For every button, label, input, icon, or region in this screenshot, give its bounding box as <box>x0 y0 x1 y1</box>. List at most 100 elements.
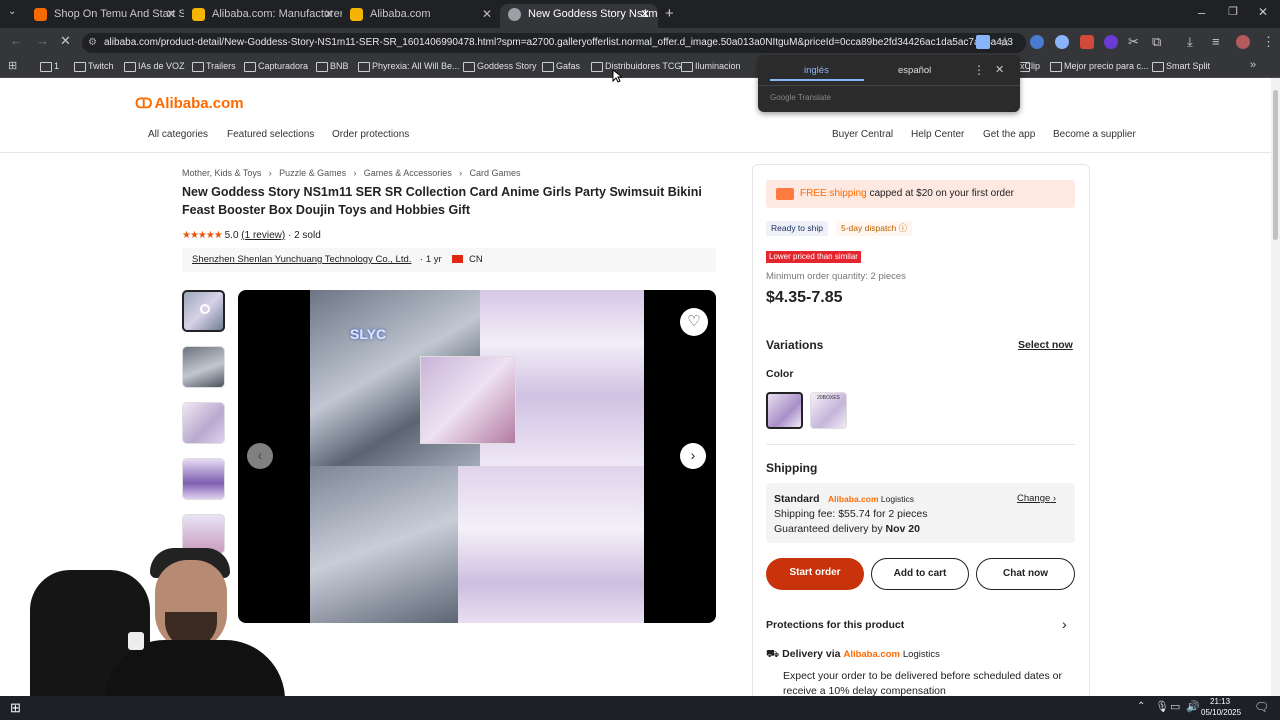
previous-image-icon[interactable]: ‹ <box>247 443 273 469</box>
tab-search-icon[interactable]: ⌄ <box>8 6 16 17</box>
extension-audio-icon[interactable] <box>1030 35 1044 49</box>
color-variant-2[interactable]: 20BOXES <box>810 392 847 429</box>
shipping-heading: Shipping <box>766 461 818 475</box>
thumbnail-2[interactable] <box>182 346 225 388</box>
bookmark-folder-distribuidores-tcg[interactable]: Distribuidores TCG <box>591 56 681 78</box>
profile-avatar[interactable] <box>1236 35 1250 49</box>
select-now-link[interactable]: Select now <box>1018 339 1073 351</box>
bookmark-phyrexia[interactable]: Phyrexia: All Will Be... <box>358 56 460 78</box>
product-title: New Goddess Story NS1m11 SER SR Collecti… <box>182 185 702 217</box>
supplier-name-link[interactable]: Shenzhen Shenlan Yunchuang Technology Co… <box>192 254 411 265</box>
protections-heading[interactable]: Protections for this product <box>766 619 904 631</box>
add-to-cart-button[interactable]: Add to cart <box>871 558 969 590</box>
nav-help-center[interactable]: Help Center <box>911 129 964 140</box>
bookmark-mejor-precio[interactable]: Mejor precio para c... <box>1050 56 1149 78</box>
nav-become-supplier[interactable]: Become a supplier <box>1053 129 1136 140</box>
bookmark-xclip[interactable]: xClip <box>1018 56 1040 78</box>
favorite-heart-icon[interactable]: ♡ <box>680 308 708 336</box>
thumbnail-4[interactable] <box>182 458 225 500</box>
nav-order-protections[interactable]: Order protections <box>332 129 409 140</box>
mouse-cursor-icon <box>612 69 622 83</box>
nav-buyer-central[interactable]: Buyer Central <box>832 129 893 140</box>
close-tab-icon[interactable]: ✕ <box>640 4 650 25</box>
bookmark-folder-gafas[interactable]: Gafas <box>542 56 580 78</box>
nav-all-categories[interactable]: All categories <box>148 129 208 140</box>
tab-temu[interactable]: Shop On Temu And Start Savi ✕ <box>26 4 184 28</box>
breadcrumb-item[interactable]: Puzzle & Games <box>279 168 346 178</box>
page-scrollbar[interactable] <box>1271 78 1280 696</box>
chat-now-button[interactable]: Chat now <box>976 558 1075 590</box>
chevron-right-icon[interactable]: › <box>1062 616 1067 632</box>
color-variant-1[interactable] <box>766 392 803 429</box>
bookmark-folder-ias-de-voz[interactable]: IAs de VOZ <box>124 56 185 78</box>
change-shipping-link[interactable]: Change › <box>1017 493 1056 504</box>
bookmark-folder-1[interactable]: 1 <box>40 56 59 78</box>
tab-alibaba[interactable]: Alibaba.com ✕ <box>342 4 500 28</box>
breadcrumb-item[interactable]: Card Games <box>470 168 521 178</box>
extension-red-icon[interactable] <box>1080 35 1094 49</box>
reading-list-icon[interactable]: ≡ <box>1212 34 1220 49</box>
bookmark-star-icon[interactable]: ☆ <box>999 34 1011 50</box>
headphones-icon <box>128 632 144 650</box>
download-icon[interactable]: ⤓ <box>1187 34 1193 50</box>
address-bar-input[interactable]: ⚙ alibaba.com/product-detail/New-Goddess… <box>82 33 1026 53</box>
bookmark-folder-iluminacion[interactable]: Iluminacion <box>681 56 741 78</box>
site-info-icon[interactable]: ⚙ <box>88 33 97 53</box>
shipping-option-card[interactable]: Standard Alibaba.com Logistics Change › … <box>766 483 1075 543</box>
close-tab-icon[interactable]: ✕ <box>166 4 176 25</box>
translate-page-icon[interactable] <box>976 35 990 49</box>
start-order-button[interactable]: Start order <box>766 558 864 590</box>
extension-tool-icon[interactable]: ✂ <box>1128 34 1139 50</box>
extension-blue-icon[interactable] <box>1055 35 1069 49</box>
stop-icon[interactable]: ✕ <box>60 33 71 49</box>
translate-provider: Google Translate <box>770 93 831 102</box>
info-icon[interactable]: ⓘ <box>899 223 908 233</box>
microphone-icon[interactable]: 🎙 <box>1155 700 1169 713</box>
tab-alibaba-manufacturers[interactable]: Alibaba.com: Manufacturers, S ✕ <box>184 4 342 28</box>
bookmark-folder-twitch[interactable]: Twitch <box>74 56 114 78</box>
new-tab-icon[interactable]: + <box>665 5 674 22</box>
extensions-puzzle-icon[interactable]: ⧉ <box>1152 34 1161 50</box>
breadcrumb-item[interactable]: Games & Accessories <box>364 168 452 178</box>
translate-target-language[interactable]: español <box>898 65 931 76</box>
minimize-icon[interactable]: – <box>1198 5 1205 20</box>
close-tab-icon[interactable]: ✕ <box>324 4 334 25</box>
thumbnail-1[interactable] <box>182 290 225 332</box>
next-image-icon[interactable]: › <box>680 443 706 469</box>
notifications-icon[interactable]: 🗨 <box>1254 700 1269 714</box>
restore-icon[interactable]: ❐ <box>1228 5 1238 18</box>
nav-get-the-app[interactable]: Get the app <box>983 129 1035 140</box>
close-tab-icon[interactable]: ✕ <box>482 4 492 25</box>
delivery-guarantee-text: Expect your order to be delivered before… <box>783 670 1063 696</box>
clock-date[interactable]: 05/10/2025 <box>1201 708 1241 717</box>
nav-featured-selections[interactable]: Featured selections <box>227 129 314 140</box>
product-photo-box-art <box>420 356 516 444</box>
bookmark-folder-goddess-story[interactable]: Goddess Story <box>463 56 537 78</box>
product-image-gallery[interactable]: SLYC ♡ ‹ › <box>238 290 716 623</box>
extension-purple-icon[interactable] <box>1104 35 1118 49</box>
back-icon[interactable]: ← <box>10 33 23 48</box>
windows-start-icon[interactable]: ⊞ <box>10 700 21 716</box>
breadcrumb-item[interactable]: Mother, Kids & Toys <box>182 168 261 178</box>
alibaba-logo[interactable]: ↀ Alibaba.com <box>135 95 244 112</box>
bookmark-smart-split[interactable]: Smart Split <box>1152 56 1210 78</box>
tray-chevron-icon[interactable]: ⌃ <box>1137 701 1145 712</box>
more-bookmarks-icon[interactable]: » <box>1250 59 1256 71</box>
volume-icon[interactable]: 🔊 <box>1186 700 1200 713</box>
bookmark-folder-capturadora[interactable]: Capturadora <box>244 56 308 78</box>
network-icon[interactable]: ▭ <box>1170 700 1180 713</box>
browser-menu-icon[interactable]: ⋮ <box>1262 34 1275 50</box>
forward-icon[interactable]: → <box>36 33 49 48</box>
clock-time[interactable]: 21:13 <box>1210 697 1230 706</box>
translate-source-language[interactable]: inglés <box>804 65 829 76</box>
close-window-icon[interactable]: ✕ <box>1258 5 1268 19</box>
bookmark-folder-trailers[interactable]: Trailers <box>192 56 236 78</box>
translate-menu-icon[interactable]: ⋮ <box>973 63 985 77</box>
apps-grid-icon[interactable]: ⊞ <box>8 59 17 72</box>
reviews-link[interactable]: (1 review) <box>241 230 285 241</box>
bookmark-folder-bnb[interactable]: BNB <box>316 56 349 78</box>
translate-close-icon[interactable]: ✕ <box>995 63 1004 76</box>
tab-goddess-story-active[interactable]: New Goddess Story Ns1m11 Se ✕ <box>500 4 658 28</box>
thumbnail-3[interactable] <box>182 402 225 444</box>
scrollbar-thumb[interactable] <box>1273 90 1278 240</box>
